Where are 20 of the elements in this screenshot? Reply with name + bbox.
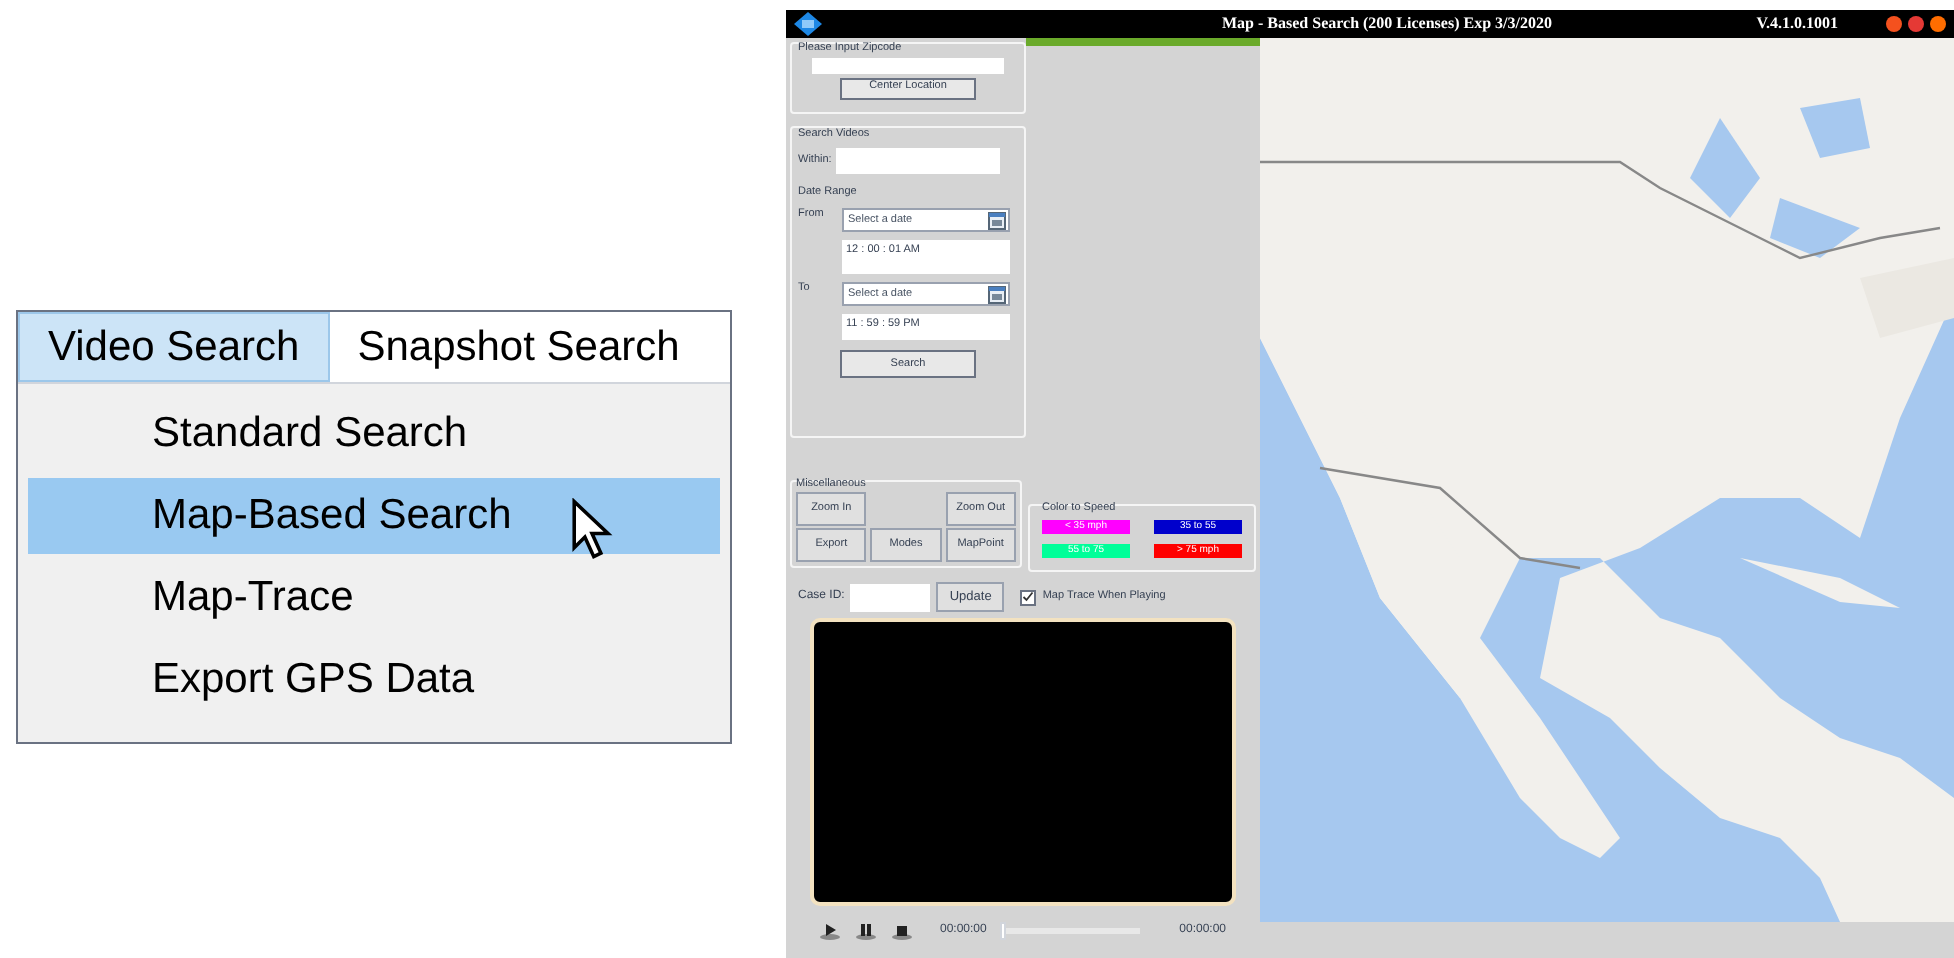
close-button[interactable] xyxy=(1930,16,1946,32)
calendar-icon[interactable] xyxy=(988,211,1006,230)
window-title: Map - Based Search (200 Licenses) Exp 3/3/2020 xyxy=(1222,14,1552,34)
menu-item[interactable]: Standard Search xyxy=(28,396,720,472)
menu-tab[interactable]: Video Search xyxy=(18,312,330,382)
menu-item[interactable]: Map-Based Search xyxy=(28,478,720,554)
app-logo-icon xyxy=(794,12,822,36)
play-icon[interactable] xyxy=(820,922,840,940)
calendar-icon[interactable] xyxy=(988,285,1006,304)
within-field[interactable] xyxy=(835,147,1000,174)
case-id-field[interactable] xyxy=(850,583,931,611)
stop-icon[interactable] xyxy=(892,922,912,940)
cursor-icon xyxy=(568,498,616,562)
checkbox[interactable] xyxy=(1020,589,1037,605)
pause-icon[interactable] xyxy=(856,922,876,940)
menu-item[interactable]: Map-Trace xyxy=(28,560,720,636)
seek-thumb[interactable] xyxy=(1000,922,1007,940)
version-label: V.4.1.0.1001 xyxy=(1756,14,1838,34)
menu-item[interactable]: Export GPS Data xyxy=(28,642,720,718)
zipcode-field[interactable] xyxy=(812,57,1004,74)
